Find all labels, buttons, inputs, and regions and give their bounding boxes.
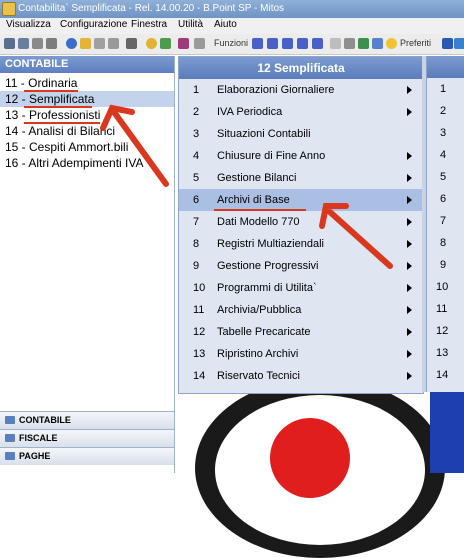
annotation-arrow-right	[327, 209, 393, 269]
annotation-arrow-left	[111, 109, 169, 187]
annotation-arrows	[100, 104, 393, 269]
